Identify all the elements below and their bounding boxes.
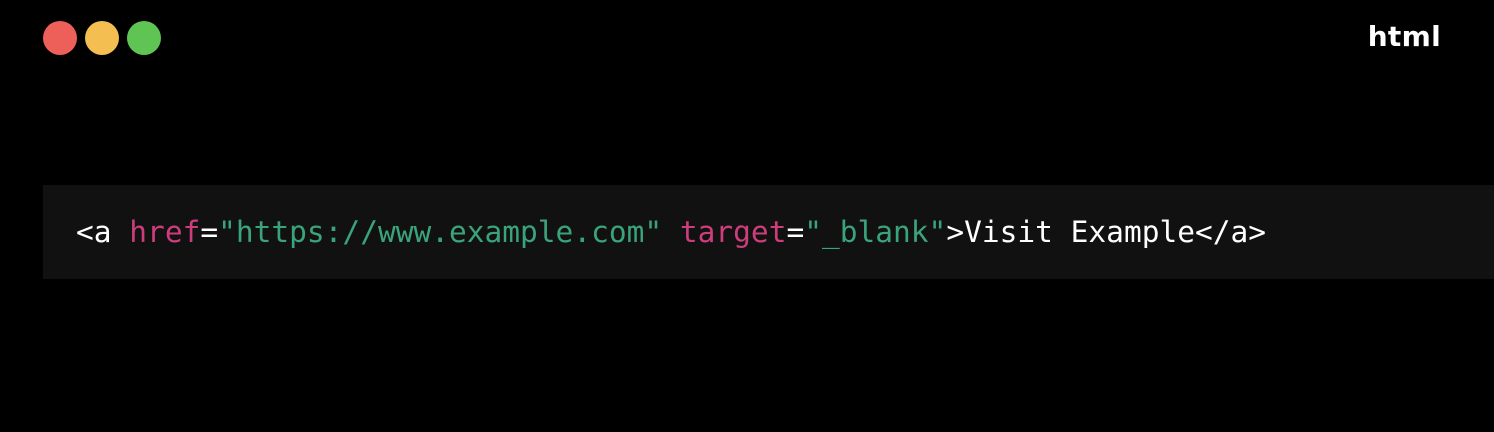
code-token-tag: a bbox=[93, 215, 112, 249]
code-token-punct: = bbox=[786, 215, 805, 249]
window-controls bbox=[43, 21, 161, 55]
code-token-tag: a bbox=[1230, 215, 1249, 249]
code-token-punct: > bbox=[946, 215, 965, 249]
code-token-punct: > bbox=[1248, 215, 1267, 249]
zoom-window-button[interactable] bbox=[127, 21, 161, 55]
close-window-button[interactable] bbox=[43, 21, 77, 55]
code-token-punct: </ bbox=[1194, 215, 1231, 249]
code-token-attr: target bbox=[679, 215, 787, 249]
code-token-punct: = bbox=[200, 215, 219, 249]
code-token-str: "_blank" bbox=[804, 215, 947, 249]
language-label: html bbox=[1367, 20, 1441, 53]
code-token-text: Visit Example bbox=[964, 215, 1195, 249]
code-token-attr: href bbox=[129, 215, 201, 249]
code-line: <a href="https://www.example.com" target… bbox=[76, 212, 1266, 252]
code-token-str: "https://www.example.com" bbox=[218, 215, 663, 249]
minimize-window-button[interactable] bbox=[85, 21, 119, 55]
code-token-punct: < bbox=[76, 215, 94, 249]
code-block[interactable]: <a href="https://www.example.com" target… bbox=[43, 185, 1494, 279]
